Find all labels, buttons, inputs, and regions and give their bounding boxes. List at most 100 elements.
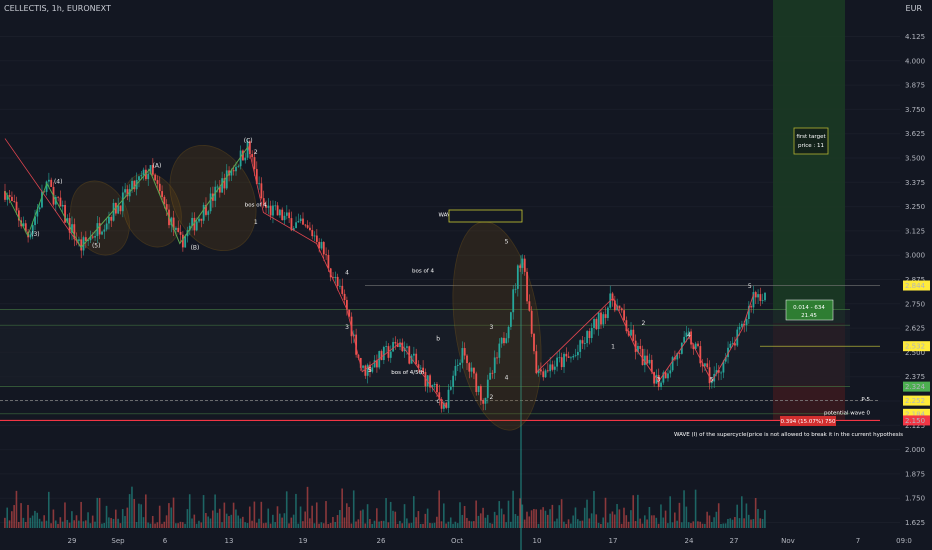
candle-body bbox=[419, 367, 422, 369]
candle-body bbox=[449, 386, 452, 390]
volume-bar bbox=[80, 501, 82, 528]
volume-bar bbox=[493, 511, 496, 528]
volume-bar bbox=[45, 520, 48, 528]
volume-bar bbox=[87, 512, 89, 528]
volume-bar bbox=[214, 494, 216, 528]
volume-bar bbox=[274, 522, 276, 528]
candle-body bbox=[140, 175, 143, 177]
candle-body bbox=[556, 357, 558, 367]
volume-bar bbox=[431, 523, 434, 528]
volume-bar bbox=[20, 503, 22, 528]
volume-bar bbox=[380, 520, 383, 528]
volume-bar bbox=[246, 523, 249, 528]
volume-bar bbox=[565, 523, 568, 528]
volume-bar bbox=[84, 520, 87, 528]
candle-body bbox=[209, 193, 212, 212]
candle-body bbox=[479, 386, 482, 401]
candle-body bbox=[567, 356, 570, 358]
volume-bar bbox=[78, 520, 80, 528]
volume-bar bbox=[595, 514, 598, 528]
x-tick-label: 13 bbox=[225, 537, 234, 545]
candle-body bbox=[313, 235, 316, 237]
volume-bar bbox=[754, 498, 757, 528]
candle-body bbox=[470, 367, 473, 372]
volume-bar bbox=[376, 508, 378, 528]
candle-body bbox=[276, 205, 279, 216]
candle-body bbox=[112, 202, 115, 221]
candle-body bbox=[181, 234, 184, 248]
candle-body bbox=[738, 326, 741, 330]
volume-bar bbox=[417, 511, 420, 528]
volume-bar bbox=[685, 506, 688, 528]
candle-body bbox=[607, 307, 609, 318]
candle-body bbox=[101, 231, 103, 235]
volume-bar bbox=[269, 523, 272, 528]
x-tick-label: 10 bbox=[533, 537, 542, 545]
volume-bar bbox=[660, 504, 662, 528]
candle-body bbox=[121, 192, 124, 212]
volume-bar bbox=[281, 517, 283, 528]
candle-body bbox=[496, 357, 498, 359]
volume-bar bbox=[401, 523, 404, 528]
volume-bar bbox=[394, 511, 397, 528]
candle-body bbox=[447, 389, 450, 408]
volume-bar bbox=[352, 490, 355, 528]
y-tick-label: 3.125 bbox=[905, 227, 925, 235]
candle-body bbox=[278, 209, 281, 216]
volume-bar bbox=[191, 518, 193, 528]
candle-body bbox=[207, 211, 210, 215]
volume-bar bbox=[540, 509, 542, 528]
volume-bar bbox=[761, 518, 764, 528]
volume-bar bbox=[560, 499, 563, 528]
volume-bar bbox=[736, 504, 738, 528]
volume-bar bbox=[288, 523, 290, 528]
candle-body bbox=[664, 372, 667, 379]
target-zone bbox=[773, 0, 845, 324]
candle-body bbox=[165, 204, 168, 210]
volume-bar bbox=[745, 503, 748, 528]
wave-label: 4 bbox=[345, 270, 349, 277]
volume-bar bbox=[359, 510, 362, 528]
candle-body bbox=[759, 294, 762, 301]
candle-body bbox=[110, 217, 113, 221]
y-tick-label: 3.000 bbox=[905, 252, 925, 260]
volume-bar bbox=[47, 491, 50, 528]
candle-body bbox=[103, 229, 106, 232]
candle-body bbox=[551, 364, 554, 370]
candle-body bbox=[530, 310, 533, 334]
price-chart[interactable]: (4)(3)(5)(A)(B)(C)21435bc5342123455bos o… bbox=[0, 0, 932, 550]
volume-bar bbox=[258, 518, 260, 528]
candle-body bbox=[761, 300, 764, 301]
wave-label: (A) bbox=[153, 163, 162, 170]
candle-body bbox=[94, 236, 96, 238]
volume-bar bbox=[205, 513, 207, 528]
volume-bar bbox=[290, 517, 293, 528]
candle-body bbox=[91, 236, 94, 238]
volume-bar bbox=[147, 522, 149, 528]
annotation-text: potential wave 0 bbox=[824, 411, 870, 417]
annotation-text: bos of 4 bbox=[412, 269, 435, 275]
volume-bar bbox=[731, 519, 734, 528]
volume-bar bbox=[175, 523, 177, 528]
candle-body bbox=[757, 294, 759, 298]
volume-bar bbox=[470, 521, 473, 528]
volume-bar bbox=[369, 519, 371, 528]
candle-body bbox=[281, 209, 284, 221]
volume-bar bbox=[496, 515, 498, 528]
volume-bar bbox=[424, 513, 427, 528]
volume-bar bbox=[151, 515, 154, 528]
volume-bar bbox=[526, 511, 528, 528]
volume-bar bbox=[248, 506, 251, 528]
candle-body bbox=[528, 301, 531, 311]
position-box-line2: 21.45 bbox=[801, 313, 817, 319]
candle-body bbox=[588, 331, 591, 339]
volume-bar bbox=[387, 522, 390, 528]
volume-bar bbox=[452, 523, 454, 528]
candle-body bbox=[500, 337, 503, 344]
volume-bar bbox=[724, 523, 727, 528]
volume-bar bbox=[581, 520, 584, 528]
volume-bar bbox=[630, 510, 632, 528]
volume-bar bbox=[186, 509, 189, 528]
candle-body bbox=[147, 173, 150, 180]
volume-bar bbox=[253, 501, 256, 528]
